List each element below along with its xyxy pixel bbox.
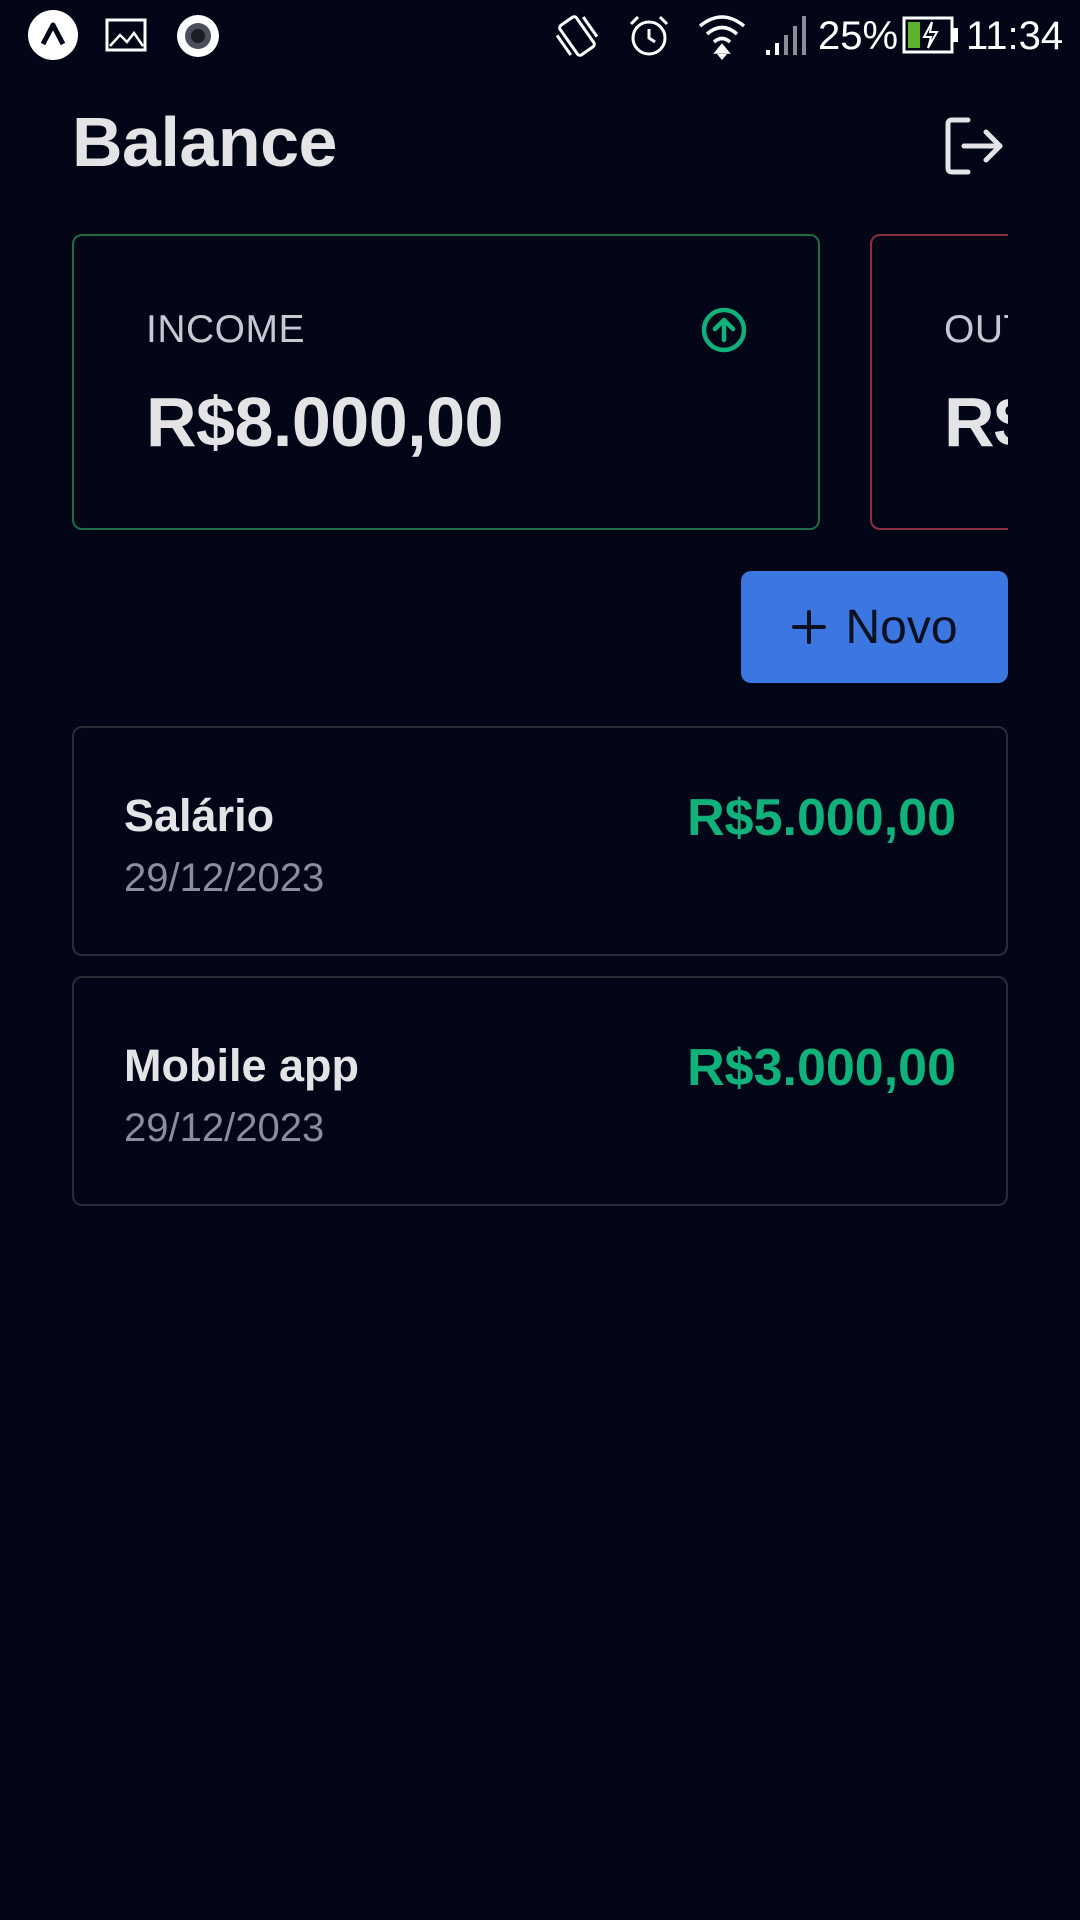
transaction-card[interactable]: Mobile app 29/12/2023 R$3.000,00	[72, 976, 1008, 1206]
transaction-title: Mobile app	[124, 1040, 359, 1091]
income-value: R$8.000,00	[146, 383, 503, 461]
summary-carousel[interactable]: INCOME R$8.000,00 OUT R$	[72, 234, 1008, 534]
logout-button[interactable]	[942, 114, 1006, 178]
gallery-icon	[104, 16, 148, 54]
outcome-value: R$	[944, 383, 1008, 461]
transaction-date: 29/12/2023	[124, 856, 325, 900]
transaction-date: 29/12/2023	[124, 1106, 325, 1150]
record-icon	[175, 13, 221, 59]
transaction-amount: R$3.000,00	[687, 1039, 956, 1097]
new-button-label: Novo	[845, 600, 958, 654]
app-logo-icon	[27, 9, 79, 61]
status-bar: 25% 11:34	[0, 0, 1080, 72]
arrow-up-circle-icon	[700, 306, 748, 354]
logout-icon	[945, 117, 1003, 175]
battery-charging-icon	[902, 16, 960, 54]
page-title: Balance	[72, 103, 337, 181]
transaction-title: Salário	[124, 790, 275, 841]
income-label: INCOME	[146, 308, 305, 351]
income-card: INCOME R$8.000,00	[72, 234, 820, 530]
transaction-amount: R$5.000,00	[687, 789, 956, 847]
alarm-icon	[625, 12, 673, 60]
vibrate-icon	[552, 12, 602, 60]
clock: 11:34	[966, 13, 1064, 58]
battery-percent: 25%	[818, 13, 899, 58]
outcome-card: OUT R$	[870, 234, 1008, 530]
wifi-icon	[696, 12, 748, 60]
plus-icon	[792, 610, 827, 644]
transaction-card[interactable]: Salário 29/12/2023 R$5.000,00	[72, 726, 1008, 956]
outcome-label: OUT	[944, 308, 1008, 351]
signal-icon	[764, 14, 810, 56]
new-transaction-button[interactable]: Novo	[741, 571, 1008, 683]
